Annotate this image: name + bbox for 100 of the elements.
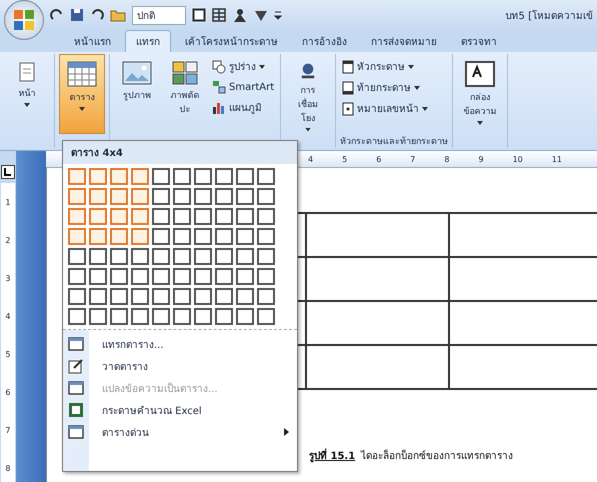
ribbon-button[interactable]: ภาพตัดปะ xyxy=(162,54,208,134)
grid-cell[interactable] xyxy=(257,308,275,325)
grid-cell[interactable] xyxy=(215,188,233,205)
grid-cell[interactable] xyxy=(194,168,212,185)
grid-cell[interactable] xyxy=(173,248,191,265)
ribbon-tab[interactable]: เค้าโครงหน้ากระดาษ xyxy=(175,31,288,52)
grid-icon[interactable] xyxy=(212,8,226,22)
style-box[interactable]: ปกติ xyxy=(132,6,186,24)
grid-cell[interactable] xyxy=(110,268,128,285)
grid-cell[interactable] xyxy=(215,168,233,185)
grid-cell[interactable] xyxy=(194,228,212,245)
grid-cell[interactable] xyxy=(131,268,149,285)
grid-cell[interactable] xyxy=(110,208,128,225)
grid-cell[interactable] xyxy=(257,208,275,225)
customize-icon[interactable] xyxy=(274,10,282,20)
grid-cell[interactable] xyxy=(194,248,212,265)
undo-icon[interactable] xyxy=(90,8,104,22)
grid-cell[interactable] xyxy=(131,248,149,265)
ribbon-button[interactable]: ตาราง xyxy=(59,54,105,134)
ribbon-button[interactable]: หัวกระดาษ xyxy=(340,58,448,75)
ribbon-tab[interactable]: แทรก xyxy=(125,30,171,52)
grid-cell[interactable] xyxy=(257,268,275,285)
grid-cell[interactable] xyxy=(215,288,233,305)
grid-cell[interactable] xyxy=(173,188,191,205)
grid-cell[interactable] xyxy=(236,208,254,225)
grid-cell[interactable] xyxy=(257,168,275,185)
grid-cell[interactable] xyxy=(257,248,275,265)
grid-cell[interactable] xyxy=(152,248,170,265)
grid-cell[interactable] xyxy=(131,288,149,305)
grid-cell[interactable] xyxy=(89,288,107,305)
grid-cell[interactable] xyxy=(236,168,254,185)
ribbon-tab[interactable]: การอ้างอิง xyxy=(292,31,357,52)
grid-cell[interactable] xyxy=(131,228,149,245)
grid-cell[interactable] xyxy=(89,208,107,225)
redo-icon[interactable] xyxy=(50,8,64,22)
grid-cell[interactable] xyxy=(110,188,128,205)
box-icon[interactable] xyxy=(192,8,206,22)
grid-cell[interactable] xyxy=(152,288,170,305)
grid-cell[interactable] xyxy=(131,168,149,185)
grid-cell[interactable] xyxy=(152,268,170,285)
grid-cell[interactable] xyxy=(89,188,107,205)
grid-cell[interactable] xyxy=(194,188,212,205)
grid-cell[interactable] xyxy=(89,168,107,185)
grid-cell[interactable] xyxy=(68,248,86,265)
grid-cell[interactable] xyxy=(110,308,128,325)
grid-cell[interactable] xyxy=(152,228,170,245)
grid-cell[interactable] xyxy=(173,208,191,225)
grid-cell[interactable] xyxy=(68,188,86,205)
ribbon-button[interactable]: กล่องข้อความ xyxy=(457,54,504,134)
grid-cell[interactable] xyxy=(236,288,254,305)
grid-cell[interactable] xyxy=(152,188,170,205)
save-icon[interactable] xyxy=(70,8,84,22)
tab-selector-icon[interactable] xyxy=(0,165,15,179)
ribbon-button[interactable]: รูปร่าง xyxy=(210,58,276,75)
grid-cell[interactable] xyxy=(194,288,212,305)
office-button[interactable] xyxy=(4,0,44,40)
grid-cell[interactable] xyxy=(194,308,212,325)
menu-item[interactable]: แทรกตาราง... xyxy=(63,333,297,355)
grid-cell[interactable] xyxy=(131,208,149,225)
menu-item[interactable]: กระดาษคำนวณ Excel xyxy=(63,399,297,421)
ribbon-tab[interactable]: การส่งจดหมาย xyxy=(361,31,447,52)
ribbon-button[interactable]: การเชื่อมโยง xyxy=(285,54,332,134)
grid-cell[interactable] xyxy=(152,208,170,225)
grid-cell[interactable] xyxy=(110,248,128,265)
ribbon-button[interactable]: หน้า xyxy=(4,54,50,134)
menu-item[interactable]: วาดตาราง xyxy=(63,355,297,377)
grid-cell[interactable] xyxy=(68,168,86,185)
people-icon[interactable] xyxy=(232,8,248,22)
grid-cell[interactable] xyxy=(236,248,254,265)
grid-cell[interactable] xyxy=(236,228,254,245)
grid-cell[interactable] xyxy=(152,168,170,185)
grid-cell[interactable] xyxy=(152,308,170,325)
grid-cell[interactable] xyxy=(68,208,86,225)
grid-cell[interactable] xyxy=(131,308,149,325)
grid-cell[interactable] xyxy=(173,308,191,325)
grid-cell[interactable] xyxy=(110,168,128,185)
ribbon-button[interactable]: SmartArt xyxy=(210,79,276,95)
grid-cell[interactable] xyxy=(173,268,191,285)
grid-cell[interactable] xyxy=(110,288,128,305)
grid-cell[interactable] xyxy=(215,248,233,265)
grid-cell[interactable] xyxy=(173,228,191,245)
grid-cell[interactable] xyxy=(89,268,107,285)
grid-cell[interactable] xyxy=(68,288,86,305)
grid-cell[interactable] xyxy=(194,208,212,225)
grid-cell[interactable] xyxy=(215,268,233,285)
grid-cell[interactable] xyxy=(173,288,191,305)
ribbon-button[interactable]: รูปภาพ xyxy=(114,54,160,134)
grid-cell[interactable] xyxy=(89,228,107,245)
ribbon-button[interactable]: แผนภูมิ xyxy=(210,99,276,116)
grid-cell[interactable] xyxy=(236,268,254,285)
grid-cell[interactable] xyxy=(110,228,128,245)
grid-cell[interactable] xyxy=(236,308,254,325)
grid-cell[interactable] xyxy=(194,268,212,285)
grid-cell[interactable] xyxy=(68,228,86,245)
menu-item[interactable]: ตารางด่วน xyxy=(63,421,297,443)
ribbon-tab[interactable]: หน้าแรก xyxy=(64,31,121,52)
grid-cell[interactable] xyxy=(236,188,254,205)
grid-cell[interactable] xyxy=(257,188,275,205)
folder-icon[interactable] xyxy=(110,8,126,22)
grid-cell[interactable] xyxy=(215,308,233,325)
